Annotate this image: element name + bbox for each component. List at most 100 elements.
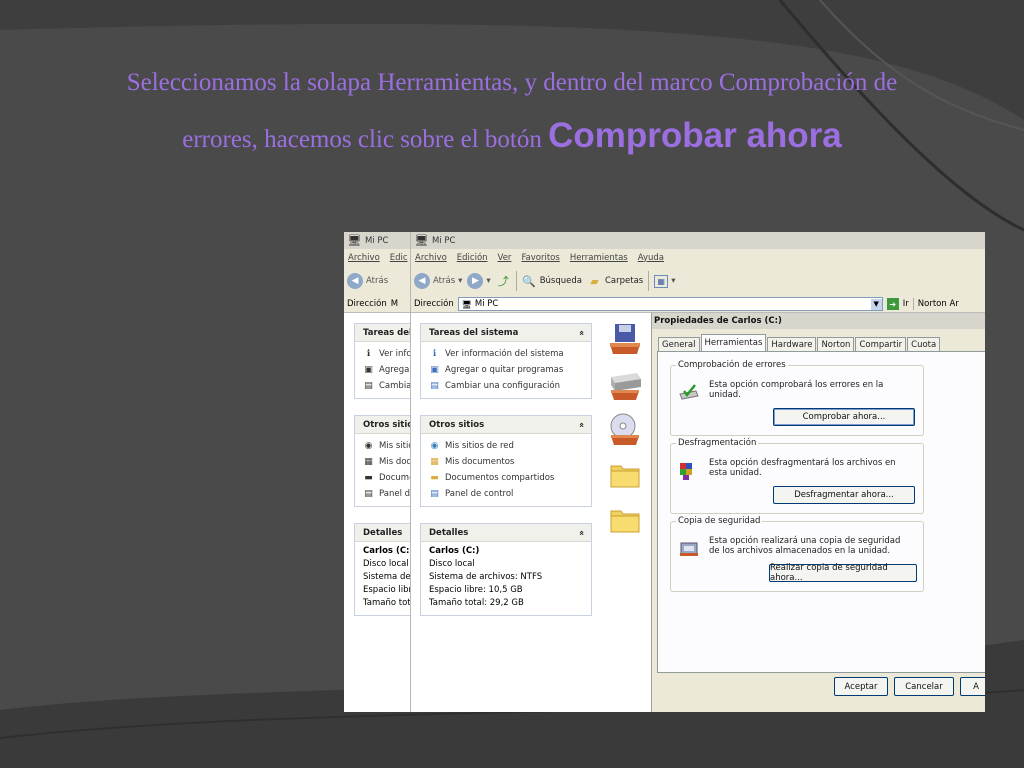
dialog-titlebar[interactable]: Propiedades de Carlos (C:) <box>652 313 985 329</box>
task-item[interactable]: ℹ Ver info <box>363 346 414 362</box>
toolbar-separator <box>648 271 650 291</box>
search-label: Búsqueda <box>539 276 582 286</box>
menu-archivo[interactable]: Archivo <box>348 253 380 263</box>
computer-icon: 🖥 <box>461 299 472 309</box>
menu-edicion[interactable]: Edición <box>457 253 488 263</box>
apply-button[interactable]: A <box>960 677 985 696</box>
address-input[interactable]: 🖥 Mi PC ▼ <box>457 297 883 311</box>
panel-header[interactable]: Otros sitios « <box>421 416 591 434</box>
folder-icon[interactable] <box>605 455 645 495</box>
tab-herramientas[interactable]: Herramientas <box>700 334 767 351</box>
links-label[interactable]: Norton Ar <box>918 299 959 309</box>
title-line-2: errores, hacemos clic sobre el botón Com… <box>40 109 984 166</box>
task-item[interactable]: ◉ Mis sitic <box>363 438 414 454</box>
task-ver-informacion[interactable]: ℹ Ver información del sistema <box>429 346 583 362</box>
panel-title[interactable]: Tareas del <box>355 324 414 342</box>
panel-title: Detalles <box>429 527 469 538</box>
cancel-button[interactable]: Cancelar <box>894 677 954 696</box>
back-button[interactable]: ◀ Atrás <box>347 273 388 289</box>
tab-norton[interactable]: Norton <box>817 337 855 351</box>
up-folder-icon[interactable]: ⤴ <box>496 274 511 289</box>
panel-title: Otros sitios <box>429 419 485 430</box>
task-item[interactable]: ▤ Panel d <box>363 486 414 502</box>
task-agregar-quitar[interactable]: ▣ Agregar o quitar programas <box>429 362 583 378</box>
folder-icon[interactable] <box>605 500 645 540</box>
backup-now-button[interactable]: Realizar copia de seguridad ahora... <box>769 563 917 583</box>
window-back-toolbar: ◀ Atrás <box>344 266 414 296</box>
collapse-icon[interactable]: « <box>575 530 585 536</box>
panel-title[interactable]: Detalles <box>355 524 414 542</box>
link-documentos-compartidos[interactable]: ▬ Documentos compartidos <box>429 470 583 486</box>
panel-detalles: Detalles « Carlos (C:) Disco local Sistem… <box>420 523 592 616</box>
arrow-left-icon: ◀ <box>414 273 430 289</box>
menu-ayuda[interactable]: Ayuda <box>638 253 664 263</box>
window-front-title: Mi PC <box>432 235 456 246</box>
menu-favoritos[interactable]: Favoritos <box>521 253 559 263</box>
hard-drive-icon[interactable] <box>605 365 645 405</box>
info-icon: ℹ <box>366 349 371 359</box>
window-back-titlebar[interactable]: 🖥 Mi PC <box>344 232 414 249</box>
folders-label: Carpetas <box>604 276 644 286</box>
detail-line: Tamaño total <box>363 598 414 608</box>
tab-cuota[interactable]: Cuota <box>907 337 941 351</box>
address-label: Dirección <box>414 299 454 309</box>
chevron-down-icon: ▾ <box>671 276 676 286</box>
menu-herramientas[interactable]: Herramientas <box>570 253 628 263</box>
link-mis-sitios-red[interactable]: ◉ Mis sitios de red <box>429 438 583 454</box>
back-button[interactable]: ◀ Atrás ▾ <box>414 273 462 289</box>
task-item[interactable]: ▬ Docume <box>363 470 414 486</box>
go-arrow-icon[interactable]: ➔ <box>886 298 899 310</box>
settings-icon: ▤ <box>430 381 439 391</box>
task-item[interactable]: ▤ Cambia <box>363 378 414 394</box>
collapse-icon[interactable]: « <box>575 330 585 336</box>
address-value[interactable]: M <box>391 299 398 309</box>
tab-compartir[interactable]: Compartir <box>855 337 907 351</box>
title-bold-text: Comprobar ahora <box>548 116 842 155</box>
computer-icon: 🖥 <box>347 234 362 247</box>
window-front-titlebar[interactable]: 🖥 Mi PC <box>411 232 985 249</box>
link-panel-control[interactable]: ▤ Panel de control <box>429 486 583 502</box>
task-item[interactable]: ▣ Agrega <box>363 362 414 378</box>
floppy-drive-icon[interactable] <box>605 320 645 360</box>
link-mis-documentos[interactable]: ▦ Mis documentos <box>429 454 583 470</box>
ok-button[interactable]: Aceptar <box>834 677 888 696</box>
menu-edicion[interactable]: Edic <box>390 253 408 263</box>
panel-otros-back: Otros sitio ◉ Mis sitic ▦ Mis doc ▬ Docume … <box>354 415 414 507</box>
detail-line: Disco local <box>363 559 409 569</box>
menu-ver[interactable]: Ver <box>498 253 512 263</box>
task-cambiar-configuracion[interactable]: ▤ Cambiar una configuración <box>429 378 583 394</box>
go-label[interactable]: Ir <box>903 299 909 309</box>
search-button[interactable]: 🔍 Búsqueda <box>522 274 582 289</box>
toolbar-separator <box>515 271 517 291</box>
check-now-button[interactable]: Comprobar ahora... <box>773 408 915 426</box>
folder-icon: ▰ <box>590 274 599 288</box>
arrow-left-icon: ◀ <box>347 273 363 289</box>
panel-detalles-back: Detalles Carlos (C:) Disco local Sistema… <box>354 523 414 616</box>
detail-line: Sistema de archivos: NTFS <box>429 572 543 582</box>
network-icon: ◉ <box>430 441 439 451</box>
back-label: Atrás <box>433 276 456 286</box>
collapse-icon[interactable]: « <box>575 422 585 428</box>
panel-header[interactable]: Detalles « <box>421 524 591 542</box>
task-item[interactable]: ▦ Mis doc <box>363 454 414 470</box>
forward-button[interactable]: ▶ ▾ <box>467 273 491 289</box>
tab-general[interactable]: General <box>658 337 700 351</box>
detail-line: Carlos (C:) <box>363 546 414 556</box>
add-remove-icon: ▣ <box>364 365 373 375</box>
panel-header[interactable]: Tareas del sistema « <box>421 324 591 342</box>
chevron-down-icon[interactable]: ▼ <box>870 298 882 310</box>
views-button[interactable]: ▦ ▾ <box>654 274 676 288</box>
tab-hardware[interactable]: Hardware <box>767 337 817 351</box>
cd-drive-icon[interactable] <box>605 410 645 450</box>
folders-button[interactable]: ▰ Carpetas <box>587 274 643 289</box>
panel-tareas-sistema: Tareas del sistema « ℹ Ver información del… <box>420 323 592 399</box>
screenshot: 🖥 Mi PC Archivo Edic ◀ Atrás Dirección M … <box>344 232 985 712</box>
backup-icon <box>678 538 700 560</box>
menu-archivo[interactable]: Archivo <box>415 253 447 263</box>
defragment-now-button[interactable]: Desfragmentar ahora... <box>773 486 915 504</box>
window-front: 🖥 Mi PC Archivo Edición Ver Favoritos He… <box>410 232 985 712</box>
panel-title[interactable]: Otros sitio <box>355 416 414 434</box>
title-line-2-text: errores, hacemos clic sobre el botón <box>182 126 542 153</box>
drive-name: Carlos (C:) <box>429 546 480 556</box>
properties-dialog: Propiedades de Carlos (C:) General Herra… <box>651 313 985 712</box>
